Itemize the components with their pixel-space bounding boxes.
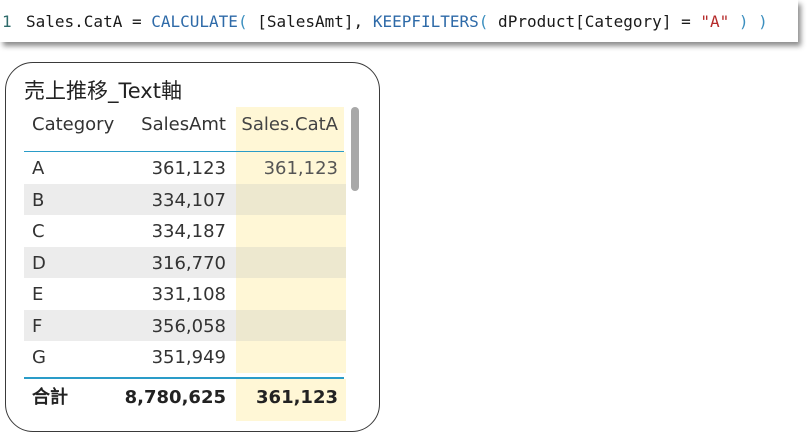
open-paren-2: ( [478, 11, 489, 31]
visual-title: 売上推移_Text軸 [24, 79, 182, 103]
cell-sales-cata [236, 184, 344, 216]
cell-salesamt: 351,949 [151, 347, 226, 368]
cell-sales-cata [236, 278, 344, 310]
line-number: 1 [2, 11, 12, 31]
cell-sales-cata: 361,123 [263, 158, 338, 179]
calculate-function: CALCULATE [151, 11, 238, 31]
close-paren-2: ) [729, 11, 749, 31]
cell-category: C [32, 221, 45, 242]
salesamt-arg: [SalesAmt] [247, 11, 354, 31]
total-row: 合計 8,780,625 361,123 [24, 376, 346, 421]
cell-salesamt: 331,108 [151, 284, 226, 305]
close-paren: ) [748, 11, 768, 31]
cell-salesamt: 334,187 [151, 221, 226, 242]
string-literal: "A" [700, 11, 730, 31]
cell-category: F [32, 315, 43, 337]
table-row[interactable]: E 331,108 [24, 278, 346, 310]
table-row[interactable]: C 334,187 [24, 215, 346, 247]
vertical-scrollbar[interactable] [351, 107, 359, 191]
cell-category: E [32, 284, 44, 305]
cell-category: B [32, 189, 45, 211]
table-row[interactable]: B 334,107 [24, 183, 346, 216]
cell-category: A [32, 158, 45, 179]
open-paren: ( [237, 11, 248, 31]
cell-salesamt: 361,123 [151, 158, 226, 179]
equals-operator: = [122, 11, 152, 31]
cell-salesamt: 334,107 [151, 189, 226, 211]
cell-sales-cata [236, 215, 344, 247]
cell-salesamt: 316,770 [151, 252, 226, 274]
total-sales-cata: 361,123 [256, 386, 338, 408]
cell-sales-cata [236, 341, 344, 373]
table-row[interactable]: D 316,770 [24, 246, 346, 279]
cell-sales-cata [236, 247, 344, 279]
table-row[interactable]: A 361,123 361,123 [24, 152, 346, 184]
cell-sales-cata [236, 310, 344, 342]
formula-bar[interactable]: 1 Sales.CatA = CALCULATE( [SalesAmt], KEE… [0, 0, 798, 42]
cell-category: D [32, 252, 46, 274]
header-salesamt[interactable]: SalesAmt [124, 107, 232, 151]
total-label: 合計 [32, 386, 68, 408]
header-sales-cata[interactable]: Sales.CatA [236, 107, 344, 151]
header-category[interactable]: Category [24, 107, 124, 151]
table-header-row: Category SalesAmt Sales.CatA [24, 107, 344, 152]
keepfilters-function: KEEPFILTERS [372, 11, 479, 31]
measure-name: Sales.CatA [26, 11, 123, 31]
data-table: Category SalesAmt Sales.CatA A 361,123 3… [24, 107, 346, 421]
table-row[interactable]: F 356,058 [24, 309, 346, 342]
comma: , [353, 11, 373, 31]
table-visual[interactable]: 売上推移_Text軸 Category SalesAmt Sales.CatA … [5, 62, 380, 432]
cell-salesamt: 356,058 [151, 315, 226, 337]
category-arg: dProduct[Category] = [488, 11, 701, 31]
table-body: A 361,123 361,123 B 334,107 C 334,187 D … [24, 152, 346, 373]
table-row[interactable]: G 351,949 [24, 341, 346, 373]
cell-category: G [32, 347, 46, 368]
total-salesamt: 8,780,625 [124, 386, 226, 408]
